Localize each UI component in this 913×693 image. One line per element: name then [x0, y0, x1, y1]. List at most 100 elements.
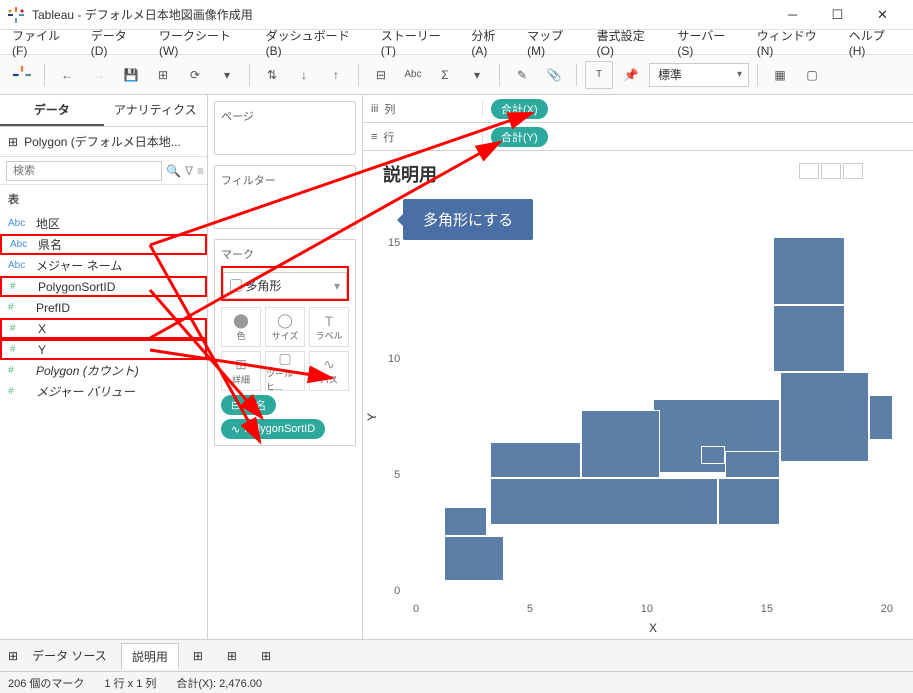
new-datasource-button[interactable]: ⊞: [149, 61, 177, 89]
field-メジャー ネーム[interactable]: Abcメジャー ネーム: [0, 255, 207, 276]
fit-dropdown[interactable]: 標準: [649, 63, 749, 87]
mark-tooltip[interactable]: ▢ツールヒ...: [265, 351, 305, 391]
search-input[interactable]: [6, 161, 162, 181]
new-worksheet-button[interactable]: ▾: [213, 61, 241, 89]
datasource-tab-icon[interactable]: ⊞: [8, 649, 18, 663]
menu-data[interactable]: データ(D): [85, 25, 149, 60]
menu-worksheet[interactable]: ワークシート(W): [153, 25, 256, 60]
back-button[interactable]: ←: [53, 61, 81, 89]
polygon[interactable]: [780, 372, 869, 462]
sheet-tab[interactable]: 説明用: [121, 643, 179, 669]
polygon[interactable]: [444, 536, 504, 581]
columns-shelf[interactable]: 合計(X): [483, 99, 913, 119]
show-labels-button[interactable]: ▾: [463, 61, 491, 89]
field-Y[interactable]: #Y: [0, 339, 207, 360]
sort-desc-button[interactable]: ↑: [322, 61, 350, 89]
swap-button[interactable]: ⇅: [258, 61, 286, 89]
menu-map[interactable]: マップ(M): [521, 25, 587, 60]
menu-dashboard[interactable]: ダッシュボード(B): [260, 25, 371, 60]
rows-shelf-label: ≡行: [363, 129, 483, 145]
abc-icon: Abc: [10, 239, 32, 250]
pill-sum-y[interactable]: 合計(Y): [491, 127, 548, 147]
rows-shelf[interactable]: 合計(Y): [483, 127, 913, 147]
field-Polygon (カウント)[interactable]: #Polygon (カウント): [0, 360, 207, 381]
num-icon: #: [8, 302, 30, 313]
abc-icon: Abc: [8, 260, 30, 271]
menu-server[interactable]: サーバー(S): [671, 25, 746, 60]
num-icon: #: [8, 365, 30, 376]
menu-window[interactable]: ウィンドウ(N): [751, 25, 839, 60]
filters-card[interactable]: フィルター: [214, 165, 356, 229]
status-grid: 1 行 x 1 列: [104, 675, 156, 691]
fit-controls: [799, 163, 863, 179]
field-X[interactable]: #X: [0, 318, 207, 339]
status-marks: 206 個のマーク: [8, 675, 84, 691]
search-icon[interactable]: 🔍: [166, 164, 181, 178]
abc-icon: Abc: [8, 218, 30, 229]
fit-height-button[interactable]: [843, 163, 863, 179]
tableau-logo-icon: [8, 7, 24, 23]
polygon[interactable]: [725, 451, 780, 478]
annotation-callout: 多角形にする: [403, 199, 533, 240]
polygon[interactable]: [773, 305, 845, 373]
new-sheet-button[interactable]: ⊞: [183, 645, 213, 667]
abc-button[interactable]: Abc: [399, 61, 427, 89]
group-button[interactable]: ⊟: [367, 61, 395, 89]
save-button[interactable]: 💾: [117, 61, 145, 89]
menu-format[interactable]: 書式設定(O): [591, 25, 668, 60]
filter-icon[interactable]: ∇: [185, 164, 193, 178]
pill-sum-x[interactable]: 合計(X): [491, 99, 548, 119]
fit-width-button[interactable]: [821, 163, 841, 179]
mark-size[interactable]: ◯サイズ: [265, 307, 305, 347]
menu-analysis[interactable]: 分析(A): [465, 25, 517, 60]
fit-entire-button[interactable]: [799, 163, 819, 179]
list-icon[interactable]: ≡: [197, 164, 204, 178]
menu-help[interactable]: ヘルプ(H): [843, 25, 907, 60]
attach-button[interactable]: 📎: [540, 61, 568, 89]
mark-label[interactable]: Tラベル: [309, 307, 349, 347]
text-button[interactable]: T: [585, 61, 613, 89]
polygon[interactable]: [490, 442, 581, 478]
sort-asc-button[interactable]: ↓: [290, 61, 318, 89]
mark-detail[interactable]: ⊞詳細: [221, 351, 261, 391]
totals-button[interactable]: Σ: [431, 61, 459, 89]
field-PrefID[interactable]: #PrefID: [0, 297, 207, 318]
new-story-button[interactable]: ⊞: [251, 645, 281, 667]
datasource-row[interactable]: ⊞ Polygon (デフォルメ日本地...: [0, 127, 207, 157]
mark-path[interactable]: ∿パス: [309, 351, 349, 391]
field-PolygonSortID[interactable]: #PolygonSortID: [0, 276, 207, 297]
pages-card[interactable]: ページ: [214, 101, 356, 155]
tab-data[interactable]: データ: [0, 95, 104, 126]
show-me-button[interactable]: ▦: [766, 61, 794, 89]
columns-icon: iii: [371, 103, 378, 115]
mark-type-dropdown[interactable]: ▢ 多角形▾: [223, 272, 347, 299]
forward-button[interactable]: →: [85, 61, 113, 89]
tables-header: 表: [0, 185, 207, 213]
field-県名[interactable]: Abc県名: [0, 234, 207, 255]
new-dashboard-button[interactable]: ⊞: [217, 645, 247, 667]
pin-button[interactable]: 📌: [617, 61, 645, 89]
mark-color[interactable]: ⬤色: [221, 307, 261, 347]
refresh-button[interactable]: ⟳: [181, 61, 209, 89]
polygon[interactable]: [444, 507, 487, 536]
polygon[interactable]: [773, 237, 845, 305]
polygon[interactable]: [490, 478, 718, 525]
chart-area: 説明用 多角形にする Y X 151050 05101520: [363, 151, 913, 639]
menu-story[interactable]: ストーリー(T): [375, 25, 462, 60]
num-icon: #: [10, 323, 32, 334]
field-地区[interactable]: Abc地区: [0, 213, 207, 234]
tableau-icon[interactable]: [8, 61, 36, 89]
polygon[interactable]: [581, 410, 660, 478]
polygon[interactable]: [701, 446, 725, 464]
pill-color-pref[interactable]: ⊟ 県名: [221, 395, 276, 415]
pill-path-sort[interactable]: ∿ PolygonSortID: [221, 419, 325, 439]
presentation-button[interactable]: ▢: [798, 61, 826, 89]
menu-file[interactable]: ファイル(F): [6, 25, 81, 60]
polygon-chart[interactable]: Y X 151050 05101520: [413, 237, 893, 597]
polygon[interactable]: [869, 395, 893, 440]
highlight-button[interactable]: ✎: [508, 61, 536, 89]
polygon[interactable]: [718, 478, 780, 525]
tab-analytics[interactable]: アナリティクス: [104, 95, 208, 126]
field-メジャー バリュー[interactable]: #メジャー バリュー: [0, 381, 207, 402]
datasource-tab[interactable]: データ ソース: [22, 643, 117, 668]
